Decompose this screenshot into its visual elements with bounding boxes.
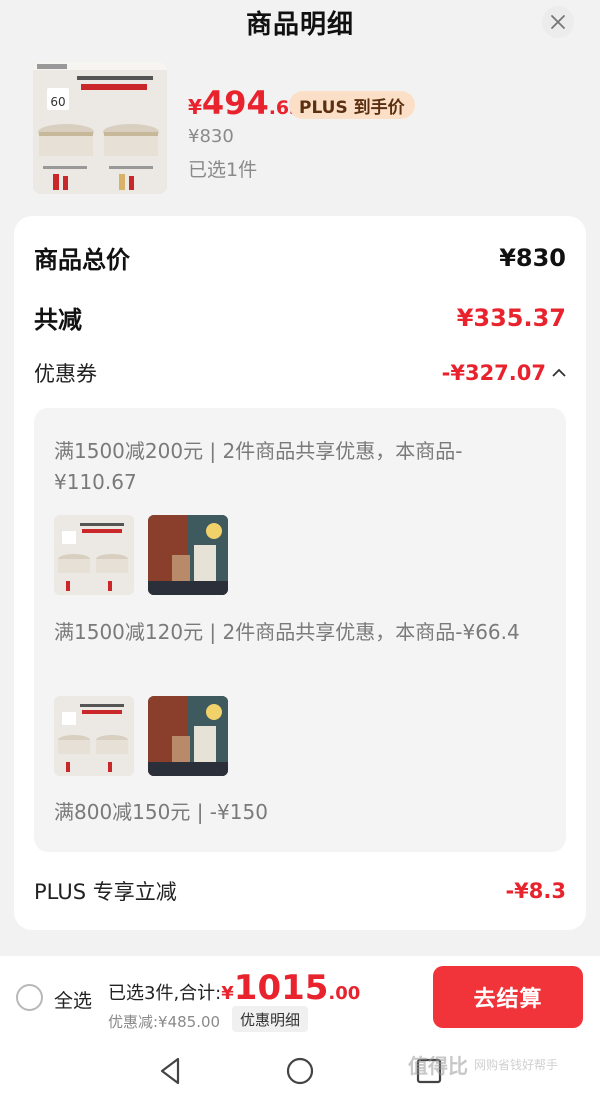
coupon-value-group: -¥327.07: [442, 361, 566, 385]
chevron-up-icon[interactable]: [552, 368, 566, 378]
price-integer: 494: [201, 84, 269, 122]
coupon-label: 优惠券: [34, 362, 97, 386]
total-reduce-value: ¥335.37: [456, 303, 566, 332]
home-nav-icon[interactable]: [283, 1054, 317, 1088]
close-button[interactable]: [542, 6, 574, 38]
selected-count: 已选1件: [188, 159, 258, 181]
product-thumb[interactable]: [148, 515, 228, 595]
plus-discount-label: PLUS 专享立减: [34, 880, 177, 904]
total-currency-symbol: ¥: [221, 983, 234, 1004]
total-price-row: 商品总价 ¥830: [34, 240, 566, 275]
watermark: 值得比 网购省钱好帮手: [408, 1050, 558, 1079]
discount-amount: 优惠减:¥485.00: [108, 1013, 221, 1031]
cream-jar-product-illustration: 60: [33, 62, 167, 194]
plus-discount-value: -¥8.3: [505, 879, 566, 903]
coupon-item-3: 满800减150元 | -¥150: [54, 800, 268, 824]
original-price: ¥830: [188, 126, 234, 147]
total-reduce-row: 共减 ¥335.37: [34, 300, 566, 335]
checkout-button[interactable]: 去结算: [433, 966, 583, 1028]
cream-jar-thumbnail: [54, 696, 134, 776]
product-price: ¥ 494 .63: [188, 84, 302, 122]
coupon-value: -¥327.07: [441, 361, 546, 385]
page-title: 商品明细: [245, 9, 354, 40]
order-total: 已选3件,合计: ¥ 1015 .00: [108, 968, 360, 1008]
discount-detail-button[interactable]: 优惠明细: [232, 1006, 309, 1032]
watermark-tagline: 网购省钱好帮手: [474, 1058, 559, 1072]
checkout-bar: 全选 已选3件,合计: ¥ 1015 .00 优惠减:¥485.00 优惠明细 …: [0, 956, 600, 1038]
product-image[interactable]: 60: [33, 62, 167, 194]
coupon-1-products: [54, 515, 228, 595]
product-summary: 60 ¥ 494 .63 PLUS 到手价 ¥830 已选1件: [33, 62, 573, 194]
total-price-value: ¥830: [499, 243, 566, 272]
coupon-2-products: [54, 696, 228, 776]
product-thumb[interactable]: [54, 696, 134, 776]
select-all-label[interactable]: 全选: [54, 986, 92, 1013]
plus-price-badge: PLUS 到手价: [289, 91, 415, 119]
product-thumb[interactable]: [148, 696, 228, 776]
coupon-breakdown: 满1500减200元 | 2件商品共享优惠，本商品-¥110.67 满1500减…: [34, 408, 566, 852]
product-thumb[interactable]: [54, 515, 134, 595]
gift-set-thumbnail: [148, 696, 228, 776]
coupon-item-2: 满1500减120元 | 2件商品共享优惠，本商品-¥66.4: [54, 620, 520, 644]
total-integer: 1015: [233, 968, 329, 1008]
select-all-checkbox[interactable]: [16, 984, 43, 1011]
watermark-logo: 值得比: [408, 1054, 468, 1078]
gift-set-thumbnail: [148, 515, 228, 595]
price-symbol: ¥: [188, 95, 202, 119]
close-icon: [551, 15, 565, 29]
back-nav-icon[interactable]: [154, 1054, 188, 1088]
coupon-item-1: 满1500减200元 | 2件商品共享优惠，本商品-¥110.67: [54, 439, 463, 494]
price-detail-card: 商品总价 ¥830 共减 ¥335.37 优惠券 -¥327.07 满1500减…: [14, 216, 586, 930]
total-decimal: .00: [328, 983, 361, 1004]
total-reduce-label: 共减: [34, 306, 82, 334]
order-total-prefix: 已选3件,合计:: [108, 983, 222, 1004]
sheet-header: 商品明细: [0, 0, 600, 44]
plus-discount-row: PLUS 专享立减 -¥8.3: [34, 876, 566, 906]
cream-jar-thumbnail: [54, 515, 134, 595]
svg-text:60: 60: [50, 95, 65, 109]
coupon-row[interactable]: 优惠券 -¥327.07: [34, 358, 566, 388]
total-price-label: 商品总价: [34, 246, 130, 274]
